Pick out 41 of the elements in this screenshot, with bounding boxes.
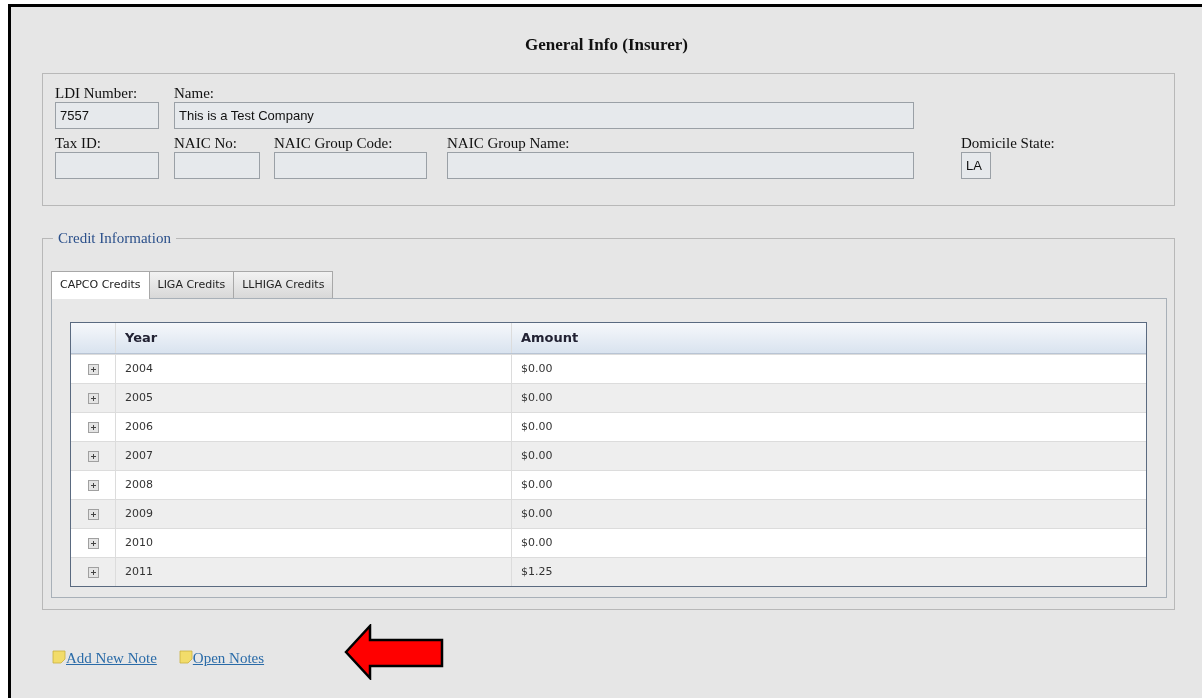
- expand-icon[interactable]: [87, 479, 99, 491]
- field-label: Name:: [174, 84, 215, 102]
- field-label: NAIC Group Name:: [447, 134, 571, 152]
- page-title: General Info (Insurer): [523, 34, 690, 56]
- note-icon: [52, 649, 66, 664]
- table-cell-text: $0.00: [520, 418, 554, 435]
- expand-icon[interactable]: [87, 392, 99, 404]
- note-icon: [178, 649, 193, 664]
- table-cell-text: $0.00: [520, 534, 554, 551]
- table-cell-text: $1.25: [520, 563, 554, 580]
- input-field[interactable]: [174, 152, 260, 179]
- table-cell-text: $0.00: [520, 505, 554, 522]
- note-link[interactable]: Open Notes: [192, 647, 265, 670]
- table-cell: 2011: [116, 558, 512, 586]
- input-field[interactable]: LA: [961, 152, 991, 179]
- field-label: LDI Number:: [55, 84, 139, 102]
- expand-icon[interactable]: [87, 508, 99, 520]
- table-cell-text: $0.00: [520, 476, 554, 493]
- field-label: Domicile State:: [961, 134, 1055, 152]
- tab[interactable]: CAPCO Credits: [51, 271, 150, 299]
- tab[interactable]: LLHIGA Credits: [233, 271, 334, 298]
- input-field[interactable]: 7557: [55, 102, 159, 129]
- note-link[interactable]: Add New Note: [66, 647, 157, 670]
- column-header: Year: [116, 323, 512, 353]
- expand-icon[interactable]: [87, 537, 99, 549]
- expand-icon[interactable]: [87, 363, 99, 375]
- table-cell-text: $0.00: [520, 447, 554, 464]
- input-field[interactable]: This is a Test Company: [174, 102, 914, 129]
- input-field[interactable]: [55, 152, 159, 179]
- input-field[interactable]: [274, 152, 427, 179]
- table-cell-text: $0.00: [520, 360, 554, 377]
- expand-icon[interactable]: [87, 450, 99, 462]
- tab[interactable]: LIGA Credits: [148, 271, 235, 298]
- field-label: Tax ID:: [55, 134, 103, 152]
- expand-icon[interactable]: [87, 421, 99, 433]
- expand-icon[interactable]: [87, 566, 99, 578]
- table-cell-text: $0.00: [520, 389, 554, 406]
- input-field[interactable]: [447, 152, 914, 179]
- column-header: Amount: [520, 329, 580, 348]
- field-label: NAIC Group Code:: [274, 134, 394, 152]
- field-label: NAIC No:: [174, 134, 238, 152]
